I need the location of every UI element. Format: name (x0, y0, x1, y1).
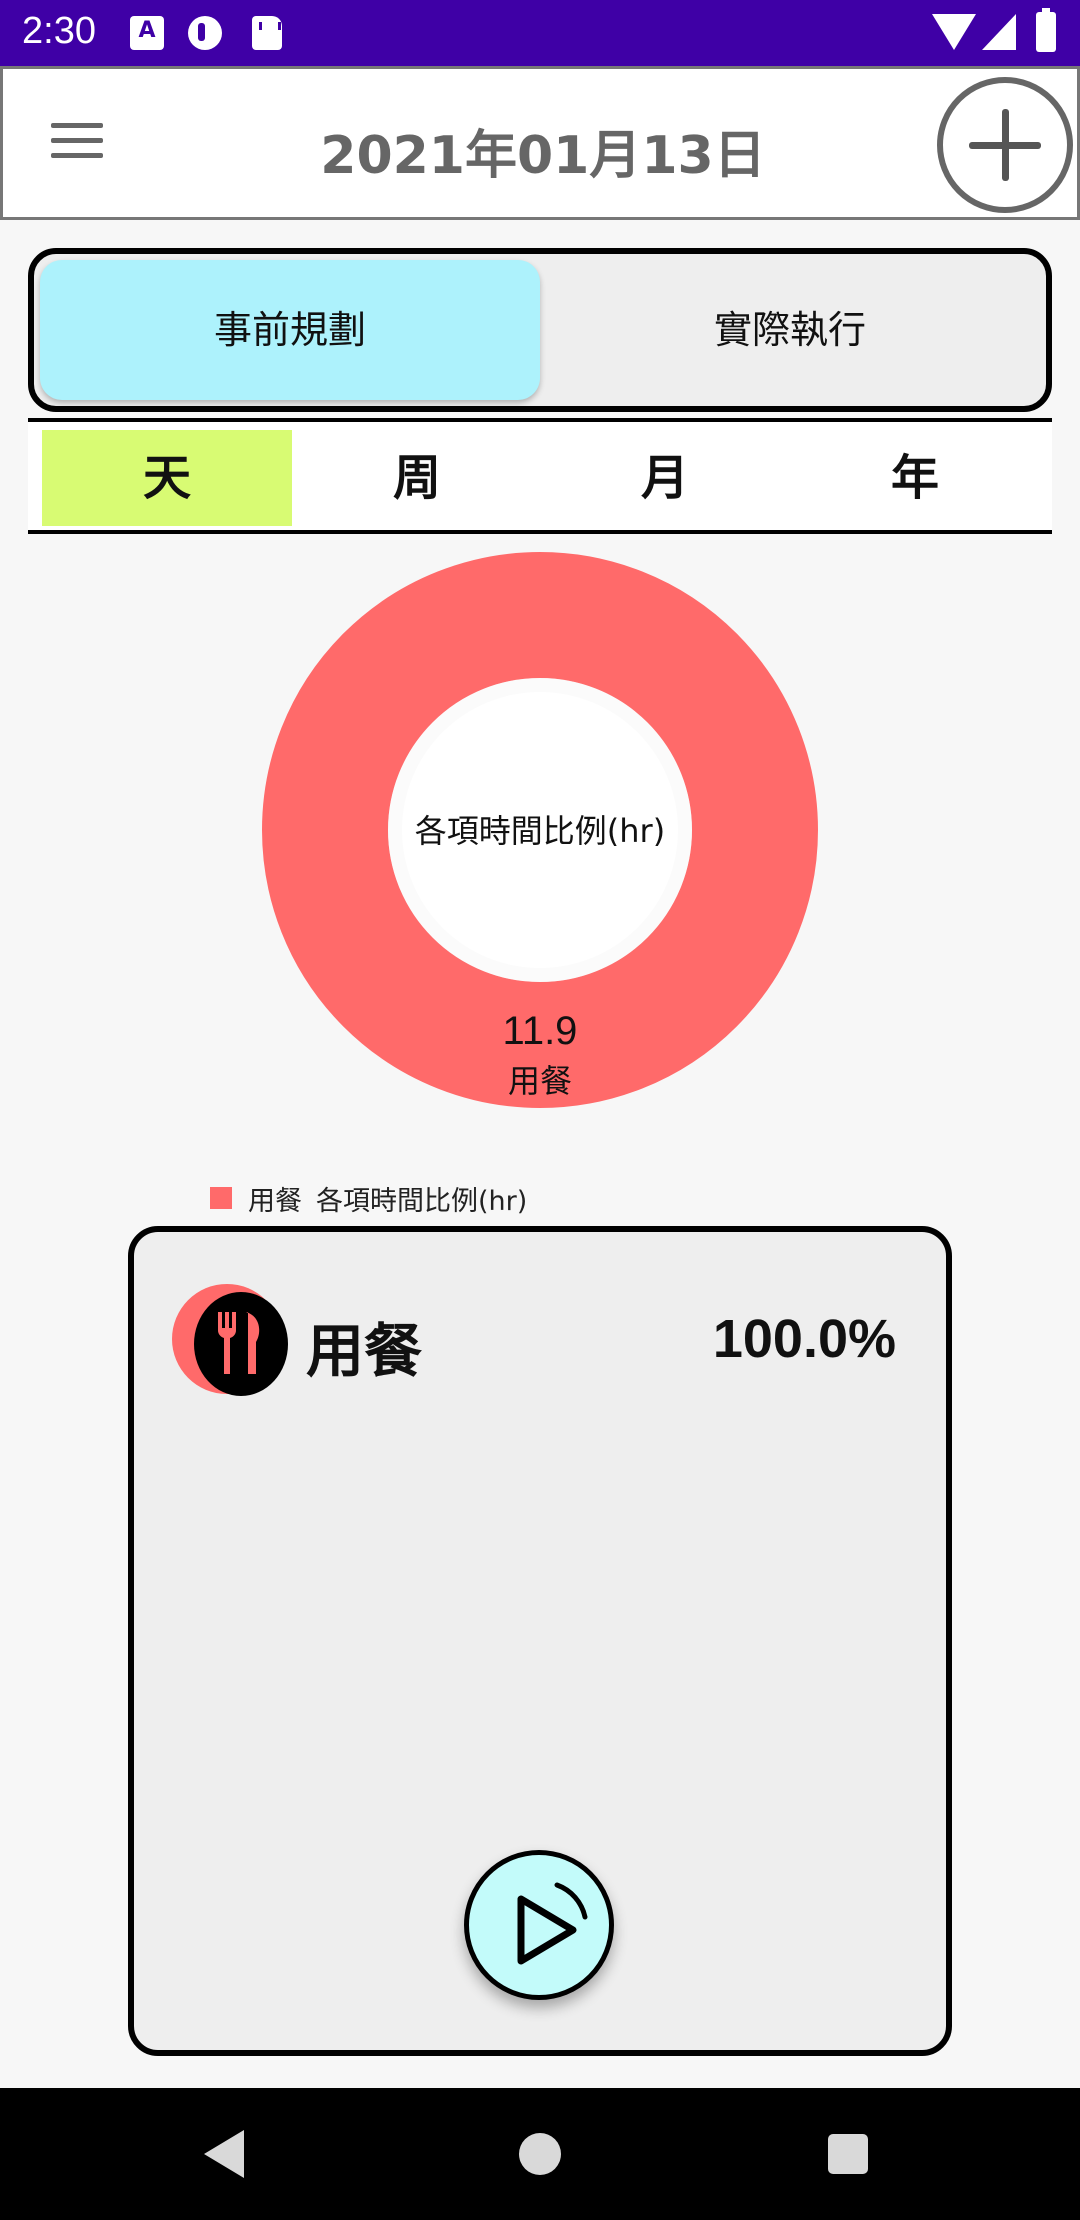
page-title: 2021年01月13日 (320, 126, 766, 186)
legend-swatch (210, 1187, 232, 1209)
slice-category-label: 用餐 (508, 1062, 572, 1100)
toggle-actual[interactable]: 實際執行 (540, 260, 1040, 400)
back-icon[interactable] (204, 2130, 244, 2178)
sd-card-icon (252, 16, 282, 50)
fork-knife-icon (172, 1284, 288, 1396)
system-nav-bar (0, 2088, 1080, 2220)
donut-chart: 各項時間比例(hr) 11.9 用餐 (0, 540, 1080, 1240)
activity-percent: 100.0% (712, 1309, 896, 1369)
mode-toggle: 事前規劃 實際執行 (28, 248, 1052, 412)
activity-name: 用餐 (306, 1317, 423, 1385)
donut-center-label: 各項時間比例(hr) (415, 812, 665, 850)
tab-week[interactable]: 周 (292, 430, 542, 526)
tab-day[interactable]: 天 (42, 430, 292, 526)
play-icon (517, 1882, 588, 1965)
play-button[interactable] (464, 1850, 614, 2000)
legend-series: 各項時間比例(hr) (316, 1185, 528, 1217)
add-circle-icon[interactable] (937, 77, 1073, 213)
home-icon[interactable] (519, 2133, 561, 2175)
donut-chart-svg: 各項時間比例(hr) 11.9 用餐 (262, 552, 818, 1108)
battery-icon (1036, 8, 1056, 52)
recents-icon[interactable] (828, 2134, 868, 2174)
signal-icon (982, 14, 1016, 50)
wifi-icon (932, 14, 976, 50)
toggle-plan[interactable]: 事前規劃 (40, 260, 540, 400)
status-time: 2:30 (22, 10, 96, 52)
tab-month[interactable]: 月 (540, 430, 790, 526)
font-app-icon: A (130, 16, 164, 50)
app-bar: 2021年01月13日 (0, 66, 1080, 220)
chart-legend: 用餐 各項時間比例(hr) (210, 1180, 528, 1217)
slice-value-label: 11.9 (503, 1009, 578, 1053)
activity-card[interactable]: 用餐 100.0% (128, 1226, 952, 2056)
status-bar: 2:30 A (0, 0, 1080, 66)
period-tabs: 天 周 月 年 (28, 418, 1052, 534)
tab-year[interactable]: 年 (790, 430, 1040, 526)
app-badge-icon (188, 16, 222, 50)
legend-category: 用餐 (248, 1185, 302, 1217)
